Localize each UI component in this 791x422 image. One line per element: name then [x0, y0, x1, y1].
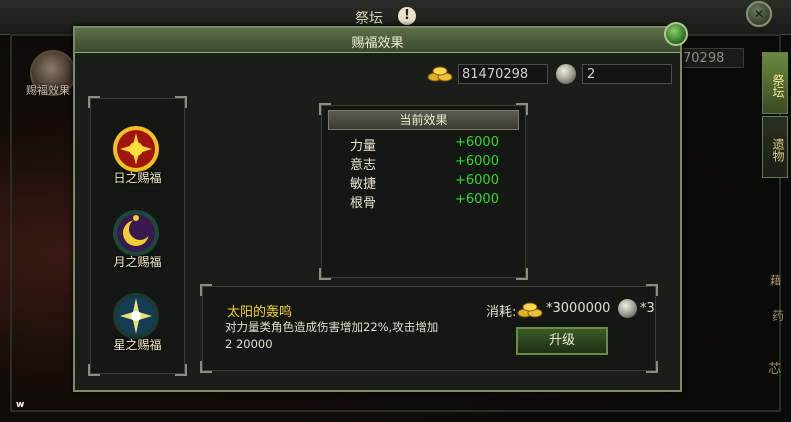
blessing-list: 日之赐福 月之赐福 星之赐福: [88, 96, 187, 376]
panel-corner: [88, 364, 100, 376]
panel-corner: [175, 96, 187, 108]
panel-corner: [175, 364, 187, 376]
panel-corner: [200, 284, 212, 296]
background-text-fragment: 藉: [770, 274, 781, 287]
panel-corner: [200, 361, 212, 373]
skill-description: 对力量类角色造成伤害增加22%,攻击增加2 20000: [225, 320, 439, 351]
blessing-item-moon[interactable]: 月之赐福: [91, 209, 186, 279]
stat-row: 力量 +6000: [322, 135, 527, 154]
star-emblem-icon: [113, 293, 159, 339]
moon-emblem-icon: [113, 210, 159, 256]
panel-corner: [88, 96, 100, 108]
blessing-item-sun[interactable]: 日之赐福: [91, 125, 186, 195]
skill-panel: 太阳的轰鸣 对力量类角色造成伤害增加22%,攻击增加2 20000 消耗: *3…: [200, 284, 658, 373]
panel-corner: [646, 284, 658, 296]
orb-amount-field: 2: [582, 64, 672, 84]
current-effects-panel: 当前效果 力量 +6000 意志 +6000 敏捷 +6000 根骨 +6000: [319, 103, 528, 280]
dialog-close-icon[interactable]: [664, 22, 688, 46]
silver-orb-icon: [618, 299, 637, 318]
stat-value: +6000: [455, 173, 499, 188]
stat-value: +6000: [455, 135, 499, 150]
panel-corner: [516, 268, 528, 280]
cost-label: 消耗:: [486, 305, 517, 320]
panel-corner: [319, 268, 331, 280]
corner-marker: w: [16, 400, 25, 410]
stat-name: 意志: [350, 158, 377, 173]
gold-amount-field: 81470298: [458, 64, 548, 84]
silver-orb-icon: [556, 64, 576, 84]
background-text-fragment: 芯: [768, 362, 782, 377]
stat-name: 根骨: [350, 196, 377, 211]
gold-ingots-icon: [517, 302, 543, 318]
blessing-label-star: 星之赐福: [113, 338, 162, 352]
blessing-item-star[interactable]: 星之赐福: [91, 292, 186, 362]
blessing-label-moon: 月之赐福: [113, 255, 162, 269]
tab-altar[interactable]: 祭坛: [762, 52, 788, 114]
cost-orb-amount: *3: [640, 301, 655, 316]
altar-title: 祭坛: [355, 11, 383, 27]
help-icon[interactable]: !: [398, 7, 416, 25]
altar-gold-readout: 70298: [678, 48, 744, 68]
blessing-effect-avatar-label: 赐福效果: [26, 84, 70, 97]
background-text-fragment: 药: [772, 309, 785, 323]
panel-corner: [646, 361, 658, 373]
altar-close-icon[interactable]: ✕: [746, 1, 772, 27]
stat-value: +6000: [455, 192, 499, 207]
stat-name: 敏捷: [350, 177, 377, 192]
stat-row: 根骨 +6000: [322, 192, 527, 211]
dialog-title: 赐福效果: [351, 36, 404, 51]
stat-row: 敏捷 +6000: [322, 173, 527, 192]
blessing-effect-dialog: 赐福效果 81470298 2 日之赐福 月之赐福 星之赐福 当前效果 力量 +…: [73, 22, 688, 392]
upgrade-button[interactable]: 升级: [516, 327, 608, 355]
cost-gold-amount: *3000000: [546, 301, 611, 316]
stat-row: 意志 +6000: [322, 154, 527, 173]
tab-relic[interactable]: 遗物: [762, 116, 788, 178]
blessing-label-sun: 日之赐福: [113, 171, 162, 185]
current-effects-header: 当前效果: [328, 110, 519, 130]
sun-emblem-icon: [113, 126, 159, 172]
dialog-titlebar[interactable]: 赐福效果: [75, 28, 680, 53]
stat-name: 力量: [350, 139, 377, 154]
stat-value: +6000: [455, 154, 499, 169]
gold-ingots-icon: [427, 66, 453, 82]
skill-name: 太阳的轰鸣: [227, 305, 293, 320]
